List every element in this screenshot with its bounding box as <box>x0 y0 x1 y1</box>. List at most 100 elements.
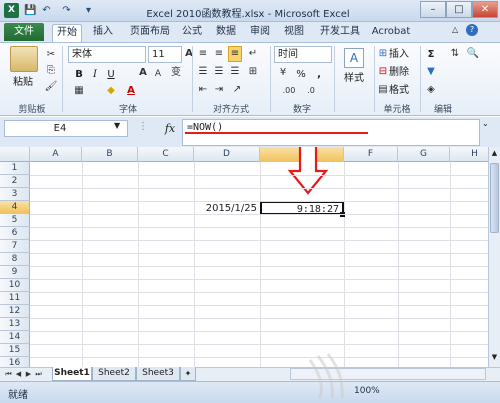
expand-formula-bar-icon[interactable]: ⌄ <box>482 119 492 128</box>
save-icon[interactable]: 💾 <box>24 4 37 17</box>
scroll-thumb[interactable] <box>490 163 499 233</box>
redo-icon[interactable]: ↷ <box>60 4 73 17</box>
cut-icon[interactable]: ✂ <box>44 48 58 62</box>
autosum-button[interactable]: Σ <box>424 46 438 63</box>
cell-e4[interactable]: 9:18:27 <box>260 201 344 215</box>
name-box[interactable]: E4 <box>4 120 128 137</box>
column-header-h[interactable]: H <box>450 147 488 162</box>
increase-indent-icon[interactable]: ⇥ <box>212 83 226 97</box>
name-box-dropdown-icon[interactable]: ▼ <box>114 121 126 130</box>
scroll-up-icon[interactable]: ▲ <box>490 149 499 159</box>
row-header[interactable]: 14 <box>0 331 30 344</box>
close-button[interactable]: ✕ <box>472 1 498 18</box>
grow-font-size-icon[interactable]: A <box>136 66 150 80</box>
row-header[interactable]: 6 <box>0 227 30 240</box>
insert-button[interactable]: 插入 <box>388 46 418 63</box>
delete-button[interactable]: 删除 <box>388 64 418 81</box>
tab-insert[interactable]: 插入 <box>88 24 118 42</box>
row-header[interactable]: 4 <box>0 201 30 214</box>
tab-review[interactable]: 审阅 <box>246 24 274 42</box>
select-all-corner[interactable] <box>0 147 30 162</box>
underline-button[interactable]: U <box>104 66 118 83</box>
italic-button[interactable]: I <box>88 66 102 83</box>
row-header[interactable]: 5 <box>0 214 30 227</box>
sheet-tab-sheet1[interactable]: Sheet1 <box>52 367 92 381</box>
percent-button[interactable]: % <box>294 66 308 83</box>
row-header[interactable]: 10 <box>0 279 30 292</box>
decrease-indent-icon[interactable]: ⇤ <box>196 83 210 97</box>
paste-icon[interactable] <box>10 46 38 72</box>
first-sheet-icon[interactable]: ⏮ <box>4 368 13 380</box>
font-color-icon[interactable]: A <box>124 84 138 98</box>
insert-sheet-icon[interactable]: ✦ <box>180 367 196 381</box>
font-name-select[interactable]: 宋体 <box>68 46 146 63</box>
sheet-tab-sheet3[interactable]: Sheet3 <box>136 367 180 381</box>
merge-center-icon[interactable]: ⊞ <box>246 65 260 79</box>
comma-style-button[interactable]: , <box>312 66 326 83</box>
tab-data[interactable]: 数据 <box>212 24 240 42</box>
tab-formulas[interactable]: 公式 <box>178 24 206 42</box>
insert-cells-icon[interactable]: ⊞ <box>378 47 388 61</box>
align-left-icon[interactable]: ☰ <box>196 65 210 79</box>
increase-decimal-icon[interactable]: .00 <box>280 84 298 98</box>
vertical-scrollbar[interactable]: ▲ ▼ <box>488 147 500 367</box>
minimize-button[interactable]: – <box>420 1 446 18</box>
orientation-icon[interactable]: ↗ <box>230 83 244 97</box>
currency-icon[interactable]: ¥ <box>276 66 290 80</box>
find-select-icon[interactable]: 🔍 <box>466 47 480 61</box>
row-header[interactable]: 16 <box>0 357 30 367</box>
row-header[interactable]: 2 <box>0 175 30 188</box>
tab-developer[interactable]: 开发工具 <box>314 24 366 42</box>
styles-icon[interactable]: A <box>344 48 364 68</box>
tab-acrobat[interactable]: Acrobat <box>368 24 414 42</box>
prev-sheet-icon[interactable]: ◀ <box>14 368 23 380</box>
decrease-decimal-icon[interactable]: .0 <box>302 84 320 98</box>
copy-icon[interactable]: ⎘ <box>44 64 58 78</box>
next-sheet-icon[interactable]: ▶ <box>24 368 33 380</box>
font-size-select[interactable]: 11 <box>148 46 182 63</box>
help-icon[interactable]: ? <box>466 24 478 36</box>
format-cells-icon[interactable]: ▤ <box>378 83 388 97</box>
delete-cells-icon[interactable]: ⊟ <box>378 65 388 79</box>
clear-icon[interactable]: ◈ <box>424 83 438 97</box>
row-header[interactable]: 12 <box>0 305 30 318</box>
format-painter-icon[interactable]: 🖌 <box>44 80 58 94</box>
borders-icon[interactable]: ▦ <box>72 84 86 98</box>
sort-filter-icon[interactable]: ⇅ <box>448 47 462 61</box>
customize-qat-icon[interactable]: ▾ <box>82 4 95 17</box>
column-header-d[interactable]: D <box>194 147 260 162</box>
minimize-ribbon-icon[interactable]: △ <box>452 25 462 34</box>
column-header-b[interactable]: B <box>82 147 138 162</box>
column-header-a[interactable]: A <box>30 147 82 162</box>
row-header[interactable]: 13 <box>0 318 30 331</box>
insert-function-button[interactable]: fx <box>162 120 178 137</box>
worksheet-grid[interactable]: A B C D E F G H 2015/1/25 9:18:27 123456… <box>0 147 488 367</box>
phonetic-icon[interactable]: 变 <box>170 66 182 80</box>
row-header[interactable]: 7 <box>0 240 30 253</box>
row-header[interactable]: 1 <box>0 162 30 175</box>
row-header[interactable]: 9 <box>0 266 30 279</box>
undo-icon[interactable]: ↶ <box>40 4 53 17</box>
format-button[interactable]: 格式 <box>388 82 418 99</box>
align-middle-icon[interactable]: ≡ <box>212 47 226 61</box>
row-header[interactable]: 3 <box>0 188 30 201</box>
column-header-c[interactable]: C <box>138 147 194 162</box>
styles-button[interactable]: 样式 <box>338 70 370 87</box>
bold-button[interactable]: B <box>72 66 86 83</box>
align-center-icon[interactable]: ☰ <box>212 65 226 79</box>
tab-home[interactable]: 开始 <box>52 24 82 42</box>
sheet-tab-sheet2[interactable]: Sheet2 <box>92 367 136 381</box>
row-header[interactable]: 8 <box>0 253 30 266</box>
maximize-button[interactable]: □ <box>446 1 472 18</box>
row-header[interactable]: 11 <box>0 292 30 305</box>
align-top-icon[interactable]: ≡ <box>196 47 210 61</box>
column-header-g[interactable]: G <box>398 147 450 162</box>
align-bottom-icon[interactable]: ≡ <box>228 46 242 62</box>
tab-view[interactable]: 视图 <box>280 24 308 42</box>
wrap-text-icon[interactable]: ↵ <box>246 47 260 61</box>
shrink-font-icon[interactable]: A <box>152 67 164 81</box>
paste-button[interactable]: 粘贴 <box>6 74 40 91</box>
number-format-select[interactable]: 时间 <box>274 46 332 63</box>
column-header-f[interactable]: F <box>344 147 398 162</box>
fill-color-icon[interactable]: ◆ <box>104 84 118 98</box>
